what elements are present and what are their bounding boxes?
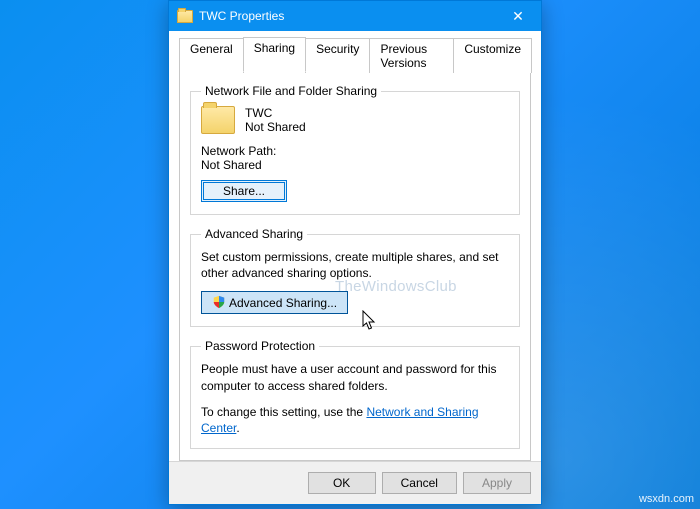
folder-icon <box>177 10 193 23</box>
share-item-status: Not Shared <box>245 120 306 134</box>
text-fragment: To change this setting, use the <box>201 405 366 419</box>
apply-button[interactable]: Apply <box>463 472 531 494</box>
tab-customize[interactable]: Customize <box>453 38 532 73</box>
advanced-sharing-button[interactable]: Advanced Sharing... <box>201 291 348 314</box>
group-legend: Password Protection <box>201 339 319 353</box>
cancel-button[interactable]: Cancel <box>382 472 457 494</box>
network-path-value: Not Shared <box>201 158 509 172</box>
text-fragment: . <box>236 421 239 435</box>
group-password-protection: Password Protection People must have a u… <box>190 339 520 449</box>
folder-icon <box>201 106 235 134</box>
password-desc: People must have a user account and pass… <box>201 361 509 393</box>
dialog-body: General Sharing Security Previous Versio… <box>169 31 541 461</box>
tab-security[interactable]: Security <box>305 38 370 73</box>
share-button[interactable]: Share... <box>201 180 287 202</box>
tab-pane-sharing: Network File and Folder Sharing TWC Not … <box>179 71 531 461</box>
window-title: TWC Properties <box>199 9 503 23</box>
tab-general[interactable]: General <box>179 38 244 73</box>
advanced-sharing-label: Advanced Sharing... <box>229 296 337 310</box>
tab-sharing[interactable]: Sharing <box>243 37 306 72</box>
dialog-button-strip: OK Cancel Apply <box>169 461 541 504</box>
advanced-sharing-desc: Set custom permissions, create multiple … <box>201 249 509 281</box>
close-button[interactable]: ✕ <box>503 1 533 31</box>
ok-button[interactable]: OK <box>308 472 376 494</box>
group-advanced-sharing: Advanced Sharing Set custom permissions,… <box>190 227 520 327</box>
titlebar[interactable]: TWC Properties ✕ <box>169 1 541 31</box>
share-item-name: TWC <box>245 106 306 120</box>
group-network-file-sharing: Network File and Folder Sharing TWC Not … <box>190 84 520 215</box>
group-legend: Network File and Folder Sharing <box>201 84 381 98</box>
tab-strip: General Sharing Security Previous Versio… <box>179 37 531 72</box>
uac-shield-icon <box>212 295 226 309</box>
properties-dialog: TWC Properties ✕ General Sharing Securit… <box>168 0 542 505</box>
source-label: wsxdn.com <box>639 493 694 505</box>
group-legend: Advanced Sharing <box>201 227 307 241</box>
network-path-label: Network Path: <box>201 144 509 158</box>
password-change-line: To change this setting, use the Network … <box>201 404 509 436</box>
tab-previous-versions[interactable]: Previous Versions <box>369 38 454 73</box>
